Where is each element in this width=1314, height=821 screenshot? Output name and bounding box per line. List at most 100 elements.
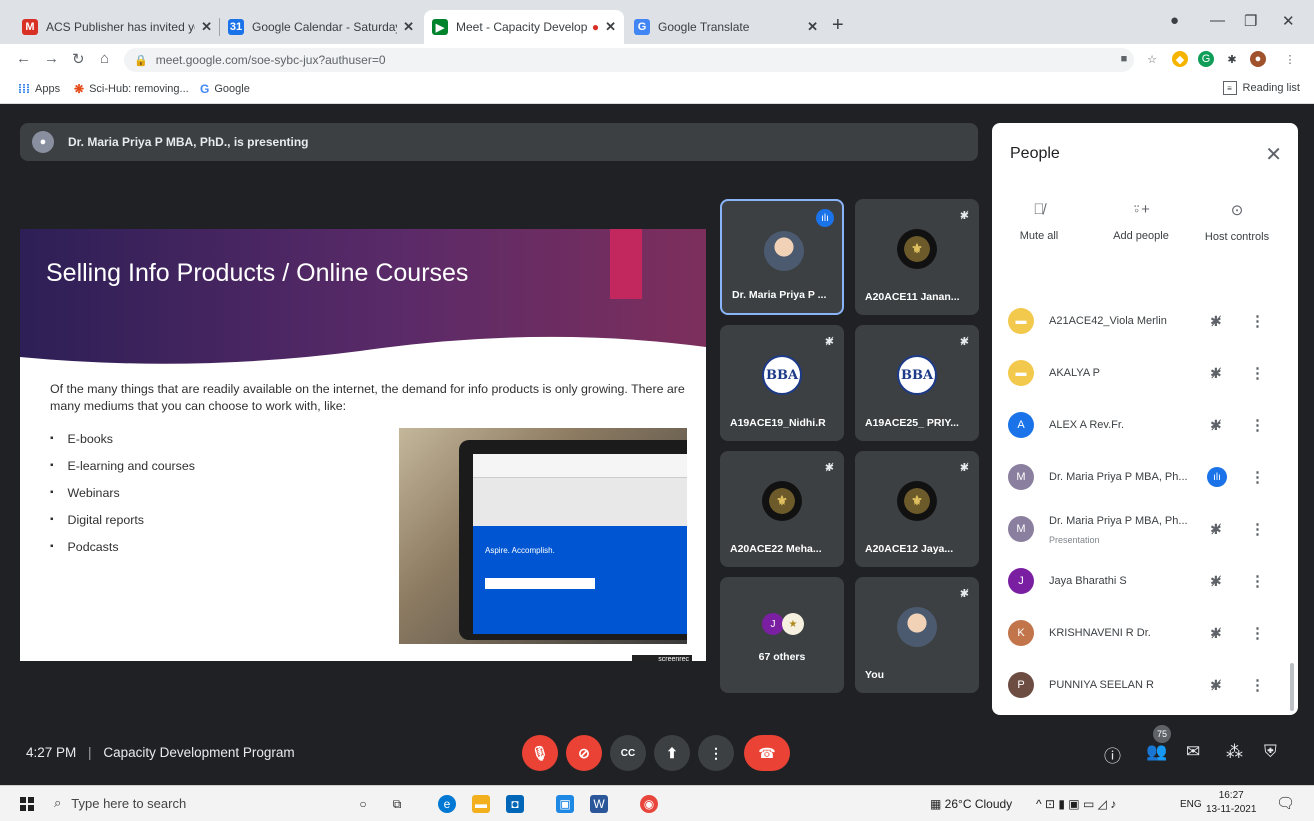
close-tab-icon[interactable]: ✕ — [201, 19, 212, 35]
participant-list-item[interactable]: A ALEX A Rev.Fr. ✱̸ ⋮ — [992, 399, 1298, 451]
more-options-icon[interactable]: ⋮ — [1250, 312, 1265, 330]
bookmark-google[interactable]: G Google — [200, 82, 250, 96]
mic-muted-icon[interactable]: ✱̸ — [1210, 521, 1222, 538]
more-options-button[interactable]: ⋮ — [698, 735, 734, 771]
participant-list-item[interactable]: P PUNNIYA SEELAN R ✱̸ ⋮ — [992, 659, 1298, 711]
close-panel-button[interactable]: ✕ — [1265, 142, 1282, 167]
mic-muted-icon[interactable]: ✱̸ — [1210, 625, 1222, 642]
activities-icon[interactable]: ⁂ — [1226, 742, 1243, 762]
browser-tab[interactable]: ▶ Meet - Capacity Developme● ✕ — [424, 10, 624, 44]
back-icon[interactable]: ← — [16, 50, 31, 67]
extension-icon[interactable]: ◆ — [1172, 51, 1188, 67]
mic-muted-icon[interactable]: ✱̸ — [1210, 573, 1222, 590]
bookmark-scihub[interactable]: ❋ Sci-Hub: removing... — [74, 82, 189, 96]
profile-avatar[interactable]: ● — [1250, 51, 1266, 67]
more-options-icon[interactable]: ⋮ — [1250, 468, 1265, 486]
chrome-icon[interactable]: ◉ — [640, 795, 658, 813]
more-options-icon[interactable]: ⋮ — [1250, 416, 1265, 434]
bullet-text: E-books — [67, 431, 114, 446]
close-tab-icon[interactable]: ✕ — [807, 19, 818, 35]
participant-tile[interactable]: ılı Dr. Maria Priya P ... — [720, 199, 844, 315]
taskbar-search[interactable]: ⌕ Type here to search — [54, 795, 186, 811]
captions-button[interactable]: CC — [610, 735, 646, 771]
end-call-button[interactable]: ☎ — [744, 735, 790, 771]
participant-list-item[interactable]: K KRISHNAVENI R Dr. ✱̸ ⋮ — [992, 607, 1298, 659]
minimize-button[interactable]: — — [1210, 12, 1225, 29]
participant-tile[interactable]: ⚜ ✱̸ A20ACE11 Janan... — [855, 199, 979, 315]
mic-muted-icon[interactable]: ✱̸ — [1210, 365, 1222, 382]
mic-off-button[interactable]: 🎙 — [522, 735, 558, 771]
participant-list-item[interactable]: J Jaya Bharathi S ✱̸ ⋮ — [992, 555, 1298, 607]
browser-tab[interactable]: G Google Translate ✕ — [626, 10, 826, 44]
slide-bullet: ▪ Podcasts — [50, 533, 195, 560]
present-button[interactable]: ⬆ — [654, 735, 690, 771]
edge-icon[interactable]: e — [438, 795, 456, 813]
people-scrollbar[interactable] — [1290, 663, 1294, 711]
taskbar-clock[interactable]: 16:27 13-11-2021 — [1206, 789, 1256, 817]
participant-tile[interactable]: ⚜ ✱̸ A20ACE12 Jaya... — [855, 451, 979, 567]
recording-dot-icon: ● — [591, 20, 600, 34]
close-tab-icon[interactable]: ✕ — [403, 19, 414, 35]
more-options-icon[interactable]: ⋮ — [1250, 572, 1265, 590]
more-options-icon[interactable]: ⋮ — [1250, 364, 1265, 382]
language-indicator[interactable]: ENG — [1180, 799, 1202, 810]
host-controls-button[interactable]: ⊙ Host controls — [1192, 201, 1282, 243]
grammarly-icon[interactable]: G — [1198, 51, 1214, 67]
extensions-puzzle-icon[interactable]: ✱ — [1224, 51, 1240, 67]
close-window-button[interactable]: ✕ — [1282, 12, 1295, 30]
browser-tab[interactable]: 31 Google Calendar - Saturday, Nov ✕ — [220, 10, 422, 44]
profile-dot-icon[interactable]: ● — [1170, 12, 1179, 29]
task-view-icon[interactable]: ⧉ — [388, 795, 406, 813]
reading-list-button[interactable]: ≡ Reading list — [1222, 81, 1300, 95]
file-explorer-icon[interactable]: ▬ — [472, 795, 490, 813]
participant-list-item[interactable]: M Dr. Maria Priya P MBA, Ph... Presentatio… — [992, 503, 1298, 555]
add-people-button[interactable]: ⍤+ Add people — [1096, 201, 1186, 242]
app-icon[interactable]: ▣ — [556, 795, 574, 813]
mute-all-button[interactable]: 🎙̸ Mute all — [994, 201, 1084, 242]
tab-title: Google Calendar - Saturday, Nov — [252, 20, 397, 34]
meeting-details-icon[interactable]: ⓘ — [1104, 742, 1121, 767]
more-options-icon[interactable]: ⋮ — [1250, 520, 1265, 538]
new-tab-button[interactable]: + — [832, 14, 844, 37]
laptop-image: Aspire. Accomplish. — [459, 440, 687, 640]
close-tab-icon[interactable]: ✕ — [605, 19, 616, 35]
windows-start-icon[interactable] — [20, 797, 34, 811]
chat-icon[interactable]: ✉ — [1186, 742, 1200, 762]
maximize-button[interactable]: ❐ — [1244, 12, 1257, 30]
weather-widget[interactable]: ▦ 26°C Cloudy — [930, 797, 1012, 811]
participant-list-item[interactable]: ▬ AKALYA P ✱̸ ⋮ — [992, 347, 1298, 399]
mic-muted-icon[interactable]: ✱̸ — [1210, 677, 1222, 694]
tray-icons[interactable]: ^ ⊡ ▮ ▣ ▭ ◿ ♪ — [1036, 797, 1116, 811]
mic-muted-icon[interactable]: ✱̸ — [1210, 417, 1222, 434]
more-options-icon[interactable]: ⋮ — [1250, 624, 1265, 642]
participant-tile[interactable]: BBA ✱̸ A19ACE19_Nidhi.R — [720, 325, 844, 441]
participant-tile[interactable]: ✱̸ You — [855, 577, 979, 693]
people-icon[interactable]: 👥 — [1146, 742, 1167, 762]
browser-tab[interactable]: M ACS Publisher has invited you to ✕ — [14, 10, 220, 44]
home-icon[interactable]: ⌂ — [100, 50, 109, 67]
bookmark-star-icon[interactable]: ☆ — [1144, 51, 1160, 67]
notification-icon[interactable]: 🗨 — [1276, 794, 1295, 812]
host-lock-icon[interactable]: ⛨ — [1264, 742, 1277, 762]
bookmark-apps[interactable]: ⁞⁞⁞ Apps — [18, 82, 60, 96]
more-options-icon[interactable]: ⋮ — [1250, 676, 1265, 694]
action-label: Mute all — [1019, 230, 1059, 242]
camera-off-button[interactable]: ⊘ — [566, 735, 602, 771]
camera-indicator-icon[interactable]: ■ — [1116, 51, 1132, 67]
address-bar[interactable]: 🔒 meet.google.com/soe-sybc-jux?authuser=… — [124, 48, 1134, 72]
participant-tile[interactable]: ⚜ ✱̸ A20ACE22 Meha... — [720, 451, 844, 567]
participant-tile[interactable]: J ★ 67 others — [720, 577, 844, 693]
participant-tile[interactable]: BBA ✱̸ A19ACE25_ PRIY... — [855, 325, 979, 441]
word-icon[interactable]: W — [590, 795, 608, 813]
add-person-icon: ⍤+ — [1132, 201, 1150, 218]
cortana-icon[interactable]: ○ — [354, 795, 372, 813]
participant-list-item[interactable]: ▬ A21ACE42_Viola Merlin ✱̸ ⋮ — [992, 295, 1298, 347]
store-icon[interactable]: ◘ — [506, 795, 524, 813]
slide-title: Selling Info Products / Online Courses — [46, 259, 469, 287]
chrome-menu-icon[interactable]: ⋮ — [1282, 51, 1298, 67]
reload-icon[interactable]: ↻ — [72, 50, 85, 68]
forward-icon[interactable]: → — [44, 50, 59, 67]
mic-muted-icon[interactable]: ✱̸ — [1210, 313, 1222, 330]
slide-bullet: ▪ Webinars — [50, 479, 195, 506]
participant-list-item[interactable]: M Dr. Maria Priya P MBA, Ph... ılı ⋮ — [992, 451, 1298, 503]
